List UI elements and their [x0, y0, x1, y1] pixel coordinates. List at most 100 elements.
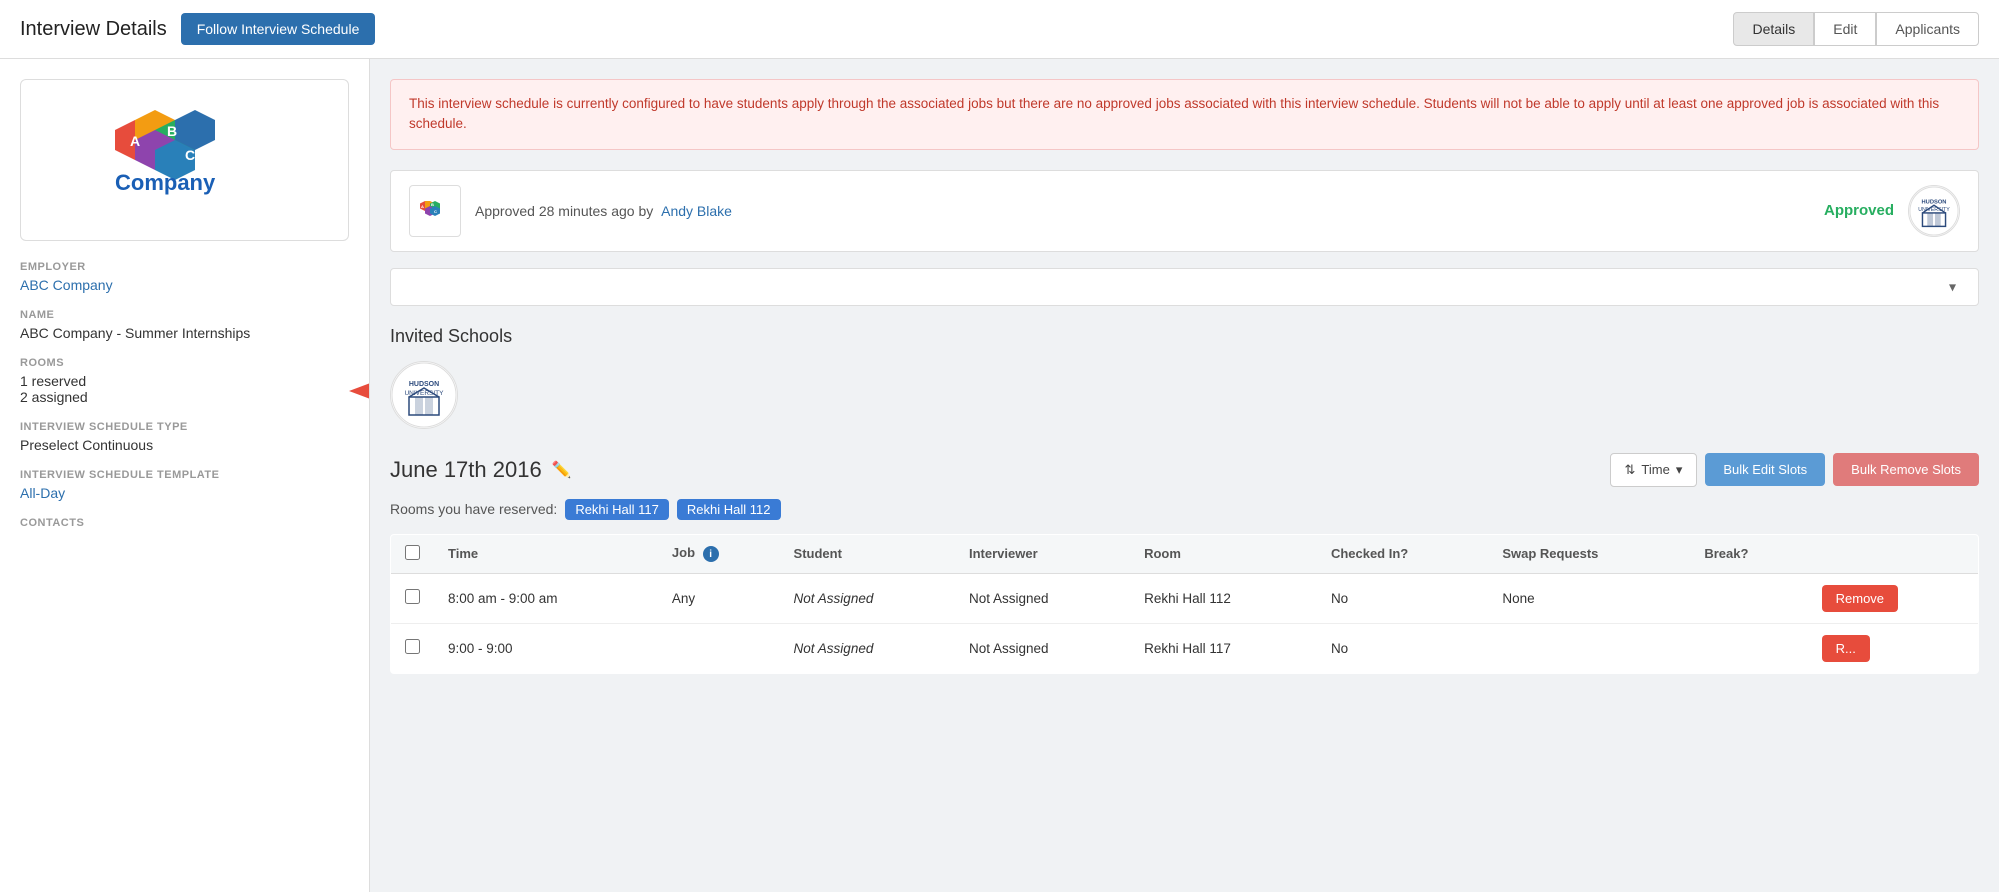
sidebar: A B C Company EMPLOYER ABC Company NAME …	[0, 59, 370, 892]
approved-status: Approved	[1824, 202, 1894, 219]
svg-text:B: B	[167, 123, 177, 139]
approved-text-area: Approved 28 minutes ago by Andy Blake	[475, 203, 1824, 219]
svg-text:C: C	[185, 147, 195, 163]
template-label: INTERVIEW SCHEDULE TEMPLATE	[20, 469, 349, 481]
table-row: 8:00 am - 9:00 am Any Not Assigned Not A…	[391, 573, 1979, 623]
row1-checked-in: No	[1317, 573, 1488, 623]
rooms-line1: 1 reserved	[20, 373, 349, 389]
row2-checkbox[interactable]	[405, 639, 420, 654]
schedule-type-value: Preselect Continuous	[20, 437, 349, 453]
alert-box: This interview schedule is currently con…	[390, 79, 1979, 150]
rooms-reserved-label: Rooms you have reserved:	[390, 501, 557, 517]
row1-swap-requests: None	[1488, 573, 1690, 623]
bulk-edit-slots-button[interactable]: Bulk Edit Slots	[1705, 453, 1825, 486]
rooms-label: ROOMS	[20, 357, 349, 369]
rooms-line2: 2 assigned	[20, 389, 349, 405]
approver-name[interactable]: Andy Blake	[661, 203, 732, 219]
sort-icon: ⇅	[1625, 462, 1636, 478]
th-room: Room	[1130, 534, 1317, 573]
th-job: Job i	[658, 534, 780, 573]
svg-text:C: C	[434, 209, 437, 214]
dropdown-bar[interactable]: ▾	[390, 268, 1979, 306]
page-title: Interview Details	[20, 18, 167, 41]
row2-room: Rekhi Hall 117	[1130, 623, 1317, 673]
svg-text:Company: Company	[115, 170, 216, 195]
th-swap-requests: Swap Requests	[1488, 534, 1690, 573]
rooms-reserved-row: Rooms you have reserved: Rekhi Hall 117 …	[390, 499, 1979, 520]
applicants-nav-button[interactable]: Applicants	[1876, 12, 1979, 46]
row1-checkbox-cell	[391, 573, 435, 623]
details-nav-button[interactable]: Details	[1733, 12, 1814, 46]
th-student: Student	[780, 534, 955, 573]
sort-caret-icon: ▾	[1676, 462, 1683, 478]
row2-interviewer: Not Assigned	[955, 623, 1130, 673]
row2-time: 9:00 - 9:00	[434, 623, 658, 673]
svg-text:A: A	[130, 133, 140, 149]
row2-job	[658, 623, 780, 673]
svg-text:B: B	[431, 202, 434, 207]
table-header-row: Time Job i Student Interviewer Room Chec…	[391, 534, 1979, 573]
name-value: ABC Company - Summer Internships	[20, 325, 349, 341]
row1-checkbox[interactable]	[405, 589, 420, 604]
edit-date-icon[interactable]: ✏️	[552, 460, 572, 480]
row1-time: 8:00 am - 9:00 am	[434, 573, 658, 623]
row2-student: Not Assigned	[780, 623, 955, 673]
row1-room: Rekhi Hall 112	[1130, 573, 1317, 623]
row2-remove-button[interactable]: R...	[1822, 635, 1870, 662]
th-interviewer: Interviewer	[955, 534, 1130, 573]
hudson-university-logo: HUDSON UNIVERSITY	[1909, 185, 1959, 237]
bulk-remove-slots-button[interactable]: Bulk Remove Slots	[1833, 453, 1979, 486]
row1-student: Not Assigned	[780, 573, 955, 623]
th-break: Break?	[1690, 534, 1807, 573]
table-row: 9:00 - 9:00 Not Assigned Not Assigned Re…	[391, 623, 1979, 673]
row1-remove-button[interactable]: Remove	[1822, 585, 1898, 612]
row2-swap-requests	[1488, 623, 1690, 673]
employer-label: EMPLOYER	[20, 261, 349, 273]
invited-schools-title: Invited Schools	[390, 326, 1979, 347]
dropdown-select[interactable]	[405, 279, 1964, 295]
dropdown-wrapper: ▾	[405, 279, 1964, 295]
date-actions: ⇅ Time ▾ Bulk Edit Slots Bulk Remove Slo…	[1610, 453, 1980, 487]
approved-card: A B C Approved 28 minutes ago by Andy Bl…	[390, 170, 1979, 252]
row2-checked-in: No	[1317, 623, 1488, 673]
row1-interviewer: Not Assigned	[955, 573, 1130, 623]
job-info-icon[interactable]: i	[703, 546, 719, 562]
th-action	[1808, 534, 1979, 573]
main-content: This interview schedule is currently con…	[370, 59, 1999, 892]
row1-action-cell: Remove	[1808, 573, 1979, 623]
invited-school-badge: HUDSON UNIVERSITY	[390, 361, 458, 429]
top-nav: Details Edit Applicants	[1733, 12, 1979, 46]
svg-text:A: A	[421, 204, 424, 209]
contacts-label: CONTACTS	[20, 517, 349, 529]
company-thumbnail: A B C	[409, 185, 461, 237]
alert-message: This interview schedule is currently con…	[409, 96, 1939, 131]
svg-text:HUDSON: HUDSON	[409, 381, 439, 388]
select-all-checkbox[interactable]	[405, 545, 420, 560]
room1-badge[interactable]: Rekhi Hall 117	[565, 499, 669, 520]
th-checkbox	[391, 534, 435, 573]
room2-badge[interactable]: Rekhi Hall 112	[677, 499, 781, 520]
rooms-arrow-icon	[349, 381, 370, 401]
company-logo: A B C Company	[85, 110, 285, 210]
company-thumb-logo: A B C	[415, 191, 455, 231]
approved-prefix: Approved 28 minutes ago by	[475, 203, 653, 219]
row2-break	[1690, 623, 1807, 673]
th-time: Time	[434, 534, 658, 573]
schedule-table: Time Job i Student Interviewer Room Chec…	[390, 534, 1979, 674]
rooms-container: 1 reserved 2 assigned	[20, 373, 349, 405]
main-layout: A B C Company EMPLOYER ABC Company NAME …	[0, 59, 1999, 892]
date-text: June 17th 2016	[390, 457, 542, 483]
date-title: June 17th 2016 ✏️	[390, 457, 572, 483]
edit-nav-button[interactable]: Edit	[1814, 12, 1876, 46]
row2-action-cell: R...	[1808, 623, 1979, 673]
employer-value[interactable]: ABC Company	[20, 277, 113, 293]
follow-interview-schedule-button[interactable]: Follow Interview Schedule	[181, 13, 376, 45]
name-label: NAME	[20, 309, 349, 321]
date-header: June 17th 2016 ✏️ ⇅ Time ▾ Bulk Edit Slo…	[390, 453, 1979, 487]
template-value[interactable]: All-Day	[20, 485, 65, 501]
header-left: Interview Details Follow Interview Sched…	[20, 13, 375, 45]
sort-label: Time	[1641, 462, 1669, 477]
row1-break	[1690, 573, 1807, 623]
row1-job: Any	[658, 573, 780, 623]
sort-time-button[interactable]: ⇅ Time ▾	[1610, 453, 1698, 487]
